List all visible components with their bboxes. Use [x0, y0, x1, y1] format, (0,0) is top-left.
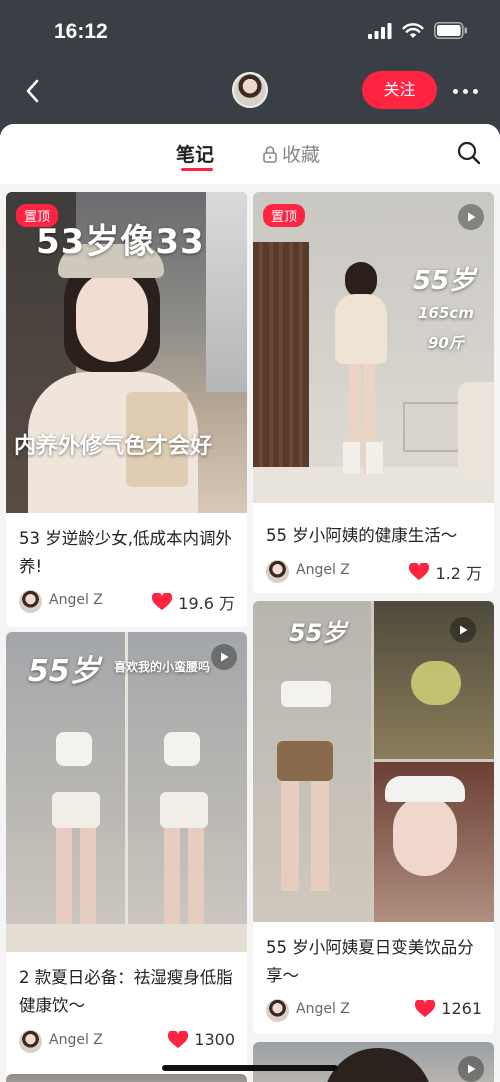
cover-caption-text: 内养外修气色才会好 — [14, 434, 213, 459]
heart-icon — [152, 593, 173, 610]
cover-right-person-shorts — [160, 792, 208, 828]
status-icons — [368, 22, 468, 39]
cover-sofa — [458, 382, 494, 482]
author-avatar[interactable] — [19, 590, 42, 613]
battery-icon — [434, 22, 467, 39]
status-bar: 16:12 — [0, 0, 500, 64]
author-name[interactable]: Angel Z — [49, 592, 103, 608]
play-icon — [458, 1056, 484, 1082]
like-button[interactable]: 19.6 万 — [152, 590, 235, 614]
note-meta: Angel Z 19.6 万 — [19, 588, 235, 616]
lock-icon — [263, 145, 277, 163]
like-button[interactable]: 1.2 万 — [409, 560, 482, 584]
note-title[interactable]: 55 岁小阿姨的健康生活～ — [266, 522, 482, 550]
cover-floor — [6, 924, 247, 952]
note-cover[interactable]: 55岁 165cm 90斤 置顶 — [253, 192, 494, 503]
cover-person-legs — [281, 781, 329, 891]
cover-drink-headband — [385, 776, 465, 802]
cover-title-text: 53岁像33 — [36, 222, 205, 262]
tab-bar: 笔记 收藏 — [0, 124, 500, 184]
nav-bar: 关注 — [0, 64, 500, 120]
note-meta: Angel Z 1.2 万 — [266, 558, 482, 586]
author-avatar[interactable] — [266, 999, 289, 1022]
more-button[interactable] — [450, 76, 480, 106]
cover-title-text: 55岁 — [289, 619, 347, 647]
cover-right-person-top — [164, 732, 200, 766]
cover-person-top — [281, 681, 331, 707]
cover-left-person-shorts — [52, 792, 100, 828]
note-meta: Angel Z 1300 — [19, 1028, 235, 1056]
like-button[interactable]: 1300 — [168, 1030, 235, 1049]
cover-teapot — [411, 661, 461, 705]
cover-right-person-legs — [164, 828, 204, 928]
tab-favorites[interactable]: 收藏 — [262, 140, 320, 167]
note-title[interactable]: 2 款夏日必备：祛湿瘦身低脂健康饮～ — [19, 964, 235, 1020]
note-meta: Angel Z 1261 — [266, 997, 482, 1025]
more-icon — [452, 88, 478, 94]
pinned-badge: 置顶 — [263, 204, 306, 227]
play-icon — [450, 617, 476, 643]
play-icon — [211, 644, 237, 670]
play-icon — [458, 204, 484, 230]
cover-height-text: 165cm — [418, 304, 474, 322]
tab-favorites-label: 收藏 — [282, 144, 321, 166]
cover-person-face — [76, 272, 148, 362]
cover-person-hair — [345, 262, 377, 298]
cover-wall-panel — [253, 242, 309, 503]
status-time: 16:12 — [54, 20, 108, 43]
note-title[interactable]: 55 岁小阿姨夏日变美饮品分享～ — [266, 934, 482, 990]
note-cover[interactable]: 55岁 — [253, 601, 494, 922]
like-count: 19.6 万 — [178, 594, 235, 613]
search-icon — [457, 141, 481, 165]
back-button[interactable] — [18, 76, 48, 106]
note-card[interactable]: 53岁像33 内养外修气色才会好 置顶 53 岁逆龄少女,低成本内调外养! An… — [6, 192, 247, 627]
like-button[interactable]: 1261 — [415, 999, 482, 1018]
heart-icon — [415, 999, 436, 1017]
cover-person-shorts — [277, 741, 333, 781]
author-name[interactable]: Angel Z — [296, 562, 350, 578]
search-button[interactable] — [456, 140, 482, 166]
cover-person-top — [335, 294, 387, 364]
note-cover[interactable]: 53岁像33 内养外修气色才会好 置顶 — [6, 192, 247, 513]
note-cover[interactable] — [253, 1042, 494, 1082]
note-title[interactable]: 53 岁逆龄少女,低成本内调外养! — [19, 525, 235, 581]
note-card[interactable]: 55岁 55 岁小阿姨夏日变美饮品分享～ Angel Z 1261 — [253, 601, 494, 1034]
like-count: 1261 — [441, 999, 482, 1018]
follow-button[interactable]: 关注 — [362, 71, 437, 109]
cover-window — [206, 192, 247, 392]
note-cover[interactable] — [6, 1074, 247, 1082]
cover-weight-text: 90斤 — [428, 334, 464, 352]
author-name[interactable]: Angel Z — [49, 1032, 103, 1048]
note-card[interactable]: 55岁 喜欢我的小蛮腰吗 2 款夏日必备：祛湿瘦身低脂健康饮～ Angel Z … — [6, 632, 247, 1082]
cover-left-person-legs — [56, 828, 96, 928]
cover-left-person-top — [56, 732, 92, 766]
note-card[interactable]: 55岁 165cm 90斤 置顶 55 岁小阿姨的健康生活～ Angel Z 1… — [253, 192, 494, 593]
author-name[interactable]: Angel Z — [296, 1001, 350, 1017]
tab-notes[interactable]: 笔记 — [176, 140, 214, 167]
cover-title-text: 55岁 — [413, 266, 476, 296]
wifi-icon — [402, 22, 424, 38]
home-indicator[interactable] — [162, 1065, 338, 1071]
note-card[interactable] — [253, 1042, 494, 1082]
note-cover[interactable]: 55岁 喜欢我的小蛮腰吗 — [6, 632, 247, 952]
cover-divider — [125, 632, 128, 952]
cover-person-hair — [323, 1048, 433, 1082]
cover-title-text: 55岁 — [28, 654, 100, 689]
cover-subtitle-text: 喜欢我的小蛮腰吗 — [114, 660, 211, 674]
heart-icon — [168, 1030, 189, 1048]
author-avatar[interactable] — [266, 560, 289, 583]
like-count: 1300 — [194, 1030, 235, 1049]
signal-icon — [368, 22, 392, 39]
content-sheet: 笔记 收藏 53岁像33 内养外修气色才会好 置顶 53 岁逆龄少女,低成本内调… — [0, 124, 500, 1082]
profile-avatar[interactable] — [232, 72, 268, 108]
tab-active-indicator — [181, 168, 213, 171]
author-avatar[interactable] — [19, 1030, 42, 1053]
back-icon — [26, 79, 39, 103]
like-count: 1.2 万 — [435, 564, 482, 583]
cover-drink-face — [393, 796, 457, 876]
cover-person-boots — [343, 442, 383, 474]
note-card[interactable] — [6, 1074, 247, 1082]
pinned-badge: 置顶 — [16, 204, 59, 227]
heart-icon — [409, 563, 430, 580]
